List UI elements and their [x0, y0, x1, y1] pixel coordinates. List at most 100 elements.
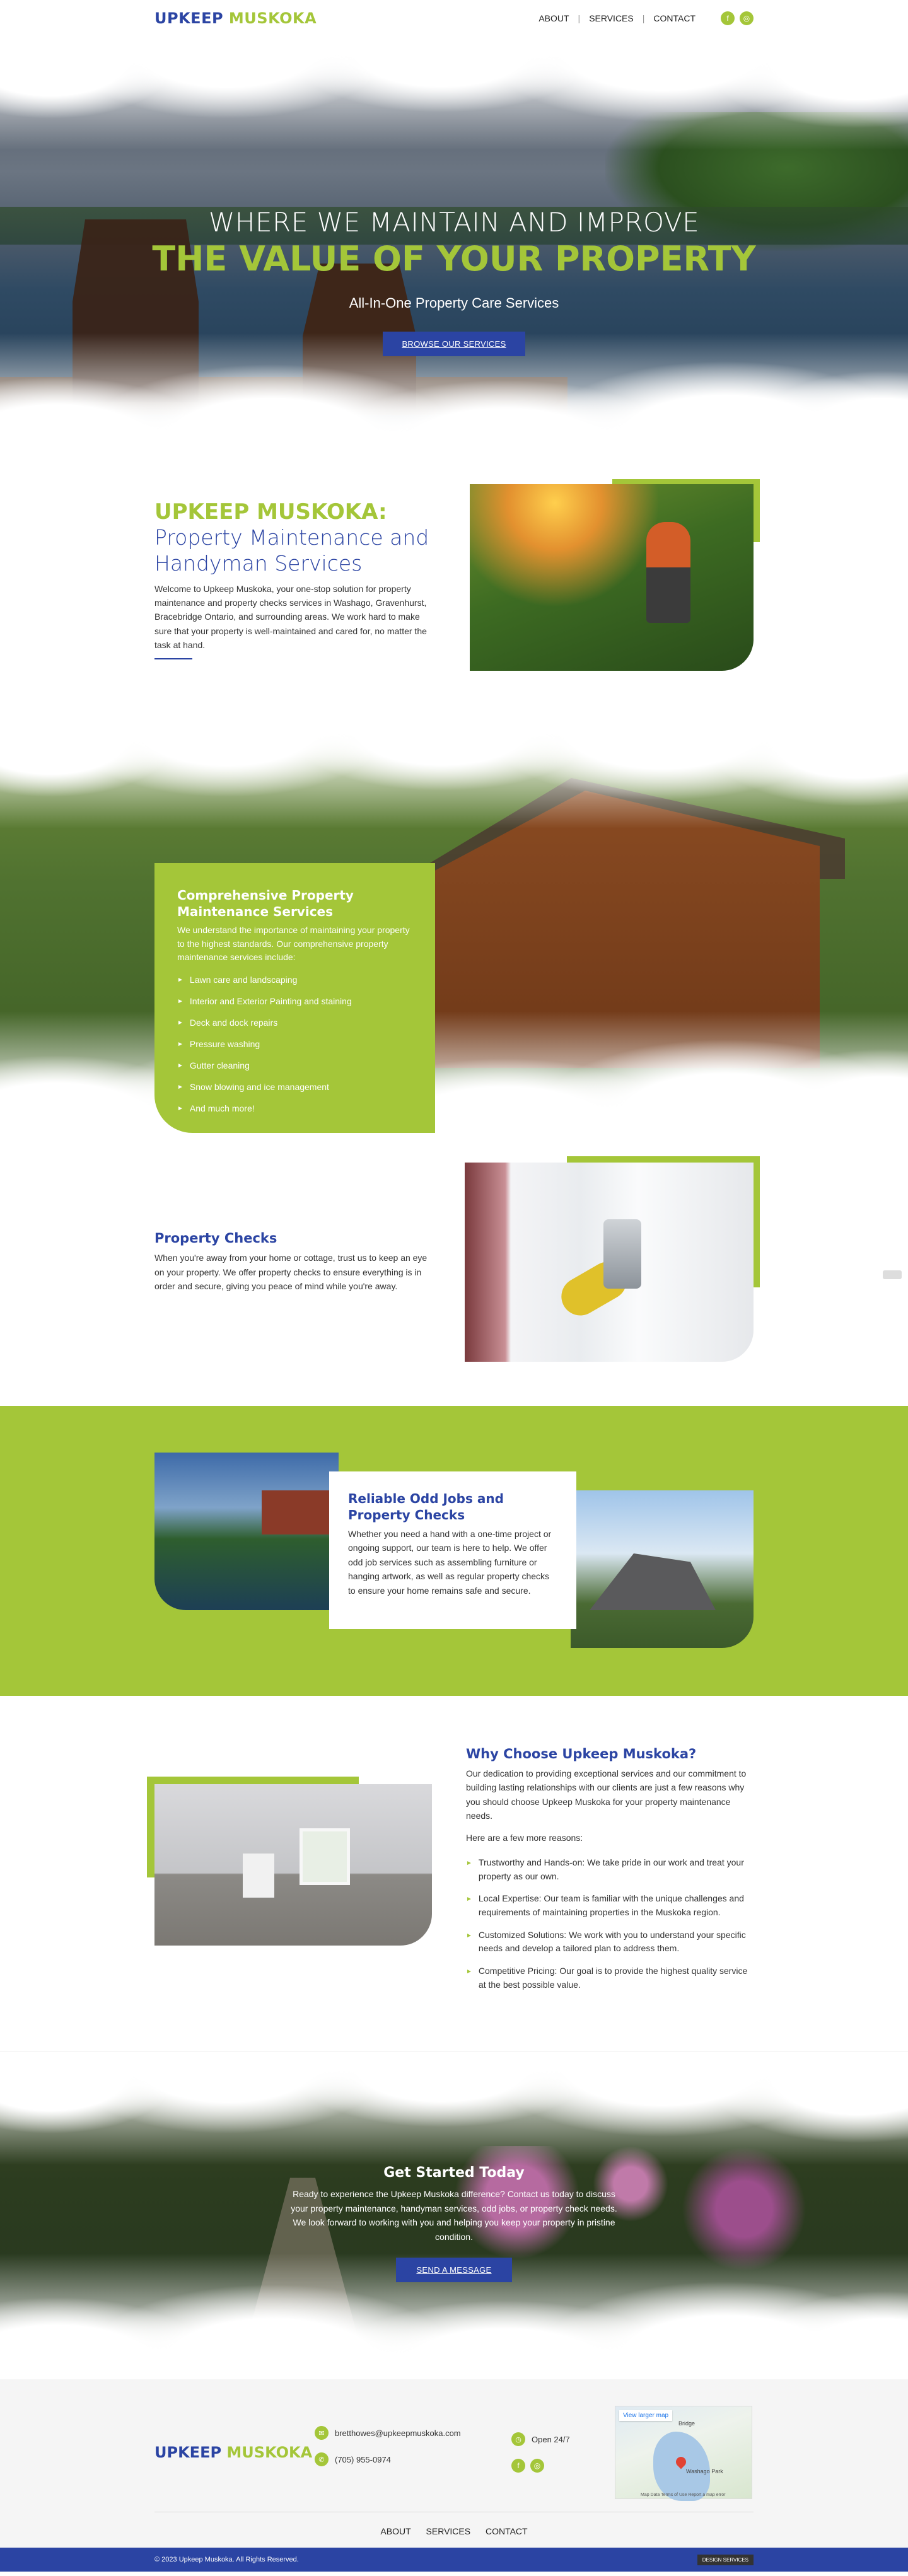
top-nav: ABOUT | SERVICES | CONTACT: [538, 13, 696, 23]
email-icon: ✉: [315, 2426, 329, 2440]
side-scroll-tab[interactable]: [883, 1270, 902, 1279]
facebook-icon[interactable]: f: [721, 11, 735, 25]
living-room-photo: [154, 1784, 432, 1946]
instagram-icon[interactable]: ◎: [740, 11, 754, 25]
why-lead: Here are a few more reasons:: [466, 1832, 583, 1843]
service-label: Deck and dock repairs: [189, 1018, 278, 1028]
logo-part-muskoka: MUSKOKA: [228, 9, 317, 27]
service-label: Snow blowing and ice management: [189, 1082, 329, 1093]
facebook-icon[interactable]: f: [511, 2459, 525, 2473]
list-item: ► Snow blowing and ice management: [177, 1081, 412, 1094]
services-section: Comprehensive Property Maintenance Servi…: [0, 715, 908, 1137]
reason-text: Local Expertise: Our team is familiar wi…: [478, 1893, 744, 1918]
hero-line1: WHERE WE MAINTAIN AND IMPROVE: [208, 207, 700, 238]
checks-image-box: [465, 1156, 760, 1362]
cta-title: Get Started Today: [383, 2165, 525, 2181]
footer-nav-about[interactable]: ABOUT: [380, 2526, 410, 2536]
why-image-box: [147, 1777, 432, 1946]
site-logo[interactable]: UPKEEP MUSKOKA: [154, 9, 317, 27]
designer-badge[interactable]: DESIGN SERVICES: [697, 2554, 754, 2565]
site-footer: UPKEEP MUSKOKA ✉ bretthowes@upkeepmuskoka…: [0, 2379, 908, 2572]
list-item: ► Interior and Exterior Painting and stai…: [177, 995, 412, 1008]
service-label: Interior and Exterior Painting and stain…: [189, 996, 352, 1007]
chevron-right-icon: ►: [177, 998, 183, 1006]
footer-nav-services[interactable]: SERVICES: [426, 2526, 471, 2536]
instagram-icon[interactable]: ◎: [530, 2459, 544, 2473]
nav-separator: |: [642, 13, 645, 23]
cta-body: Ready to experience the Upkeep Muskoka d…: [291, 2189, 617, 2242]
about-title: UPKEEP MUSKOKA:: [154, 499, 387, 525]
list-item: ► Lawn care and landscaping: [177, 973, 412, 987]
reason-text: Customized Solutions: We work with you t…: [478, 1929, 746, 1954]
why-choose-section: Why Choose Upkeep Muskoka? Our dedicatio…: [0, 1696, 908, 2052]
location-map[interactable]: View larger map Bridge Washago Park Map …: [615, 2406, 752, 2502]
footer-phone[interactable]: (705) 955-0974: [335, 2455, 391, 2464]
list-item: ► Gutter cleaning: [177, 1059, 412, 1072]
list-item: ► Pressure washing: [177, 1038, 412, 1051]
about-section: UPKEEP MUSKOKA: Property Maintenance and…: [0, 459, 908, 715]
footer-email[interactable]: bretthowes@upkeepmuskoka.com: [335, 2428, 461, 2438]
services-title: Comprehensive Property Maintenance Servi…: [177, 888, 354, 919]
why-title: Why Choose Upkeep Muskoka?: [466, 1746, 697, 1761]
logo-part-upkeep: UPKEEP: [154, 2444, 222, 2462]
list-item: ► Deck and dock repairs: [177, 1016, 412, 1030]
footer-hours-text: Open 24/7: [532, 2434, 570, 2444]
about-subtitle: Property Maintenance and Handyman Servic…: [154, 525, 429, 576]
about-text: UPKEEP MUSKOKA: Property Maintenance and…: [154, 484, 438, 660]
nav-separator: |: [578, 13, 581, 23]
hero-mist-top: [0, 37, 908, 163]
room-window: [300, 1828, 350, 1885]
chevron-right-icon: ►: [177, 1019, 183, 1027]
why-text: Why Choose Upkeep Muskoka? Our dedicatio…: [463, 1746, 754, 2000]
list-item: ► Trustworthy and Hands-on: We take pride…: [466, 1856, 754, 1883]
footer-hours: ◷ Open 24/7 f ◎: [511, 2432, 615, 2473]
footer-logo[interactable]: UPKEEP MUSKOKA: [154, 2444, 315, 2461]
why-intro: Our dedication to providing exceptional …: [466, 1768, 747, 1821]
send-message-button[interactable]: SEND A MESSAGE: [396, 2258, 512, 2283]
clock-icon: ◷: [511, 2432, 525, 2447]
browse-services-button[interactable]: BROWSE OUR SERVICES: [383, 332, 525, 356]
map-label: Washago Park: [686, 2468, 723, 2475]
chevron-right-icon: ►: [177, 1105, 183, 1113]
cta-mist-top: [0, 2051, 908, 2178]
about-body: Welcome to Upkeep Muskoka, your one-stop…: [154, 583, 427, 651]
gardener-figure: [646, 522, 690, 623]
footer-nav-contact[interactable]: CONTACT: [486, 2526, 528, 2536]
chevron-right-icon: ►: [177, 1084, 183, 1091]
service-label: Pressure washing: [189, 1039, 260, 1050]
logo-part-upkeep: UPKEEP: [154, 9, 224, 27]
chevron-right-icon: ►: [466, 1859, 472, 1867]
hero-line2: THE VALUE OF YOUR PROPERTY: [152, 239, 756, 279]
list-item: ► Local Expertise: Our team is familiar w…: [466, 1892, 754, 1919]
property-checks-section: Property Checks When you're away from yo…: [0, 1137, 908, 1406]
gardener-photo: [470, 484, 754, 671]
cta-section: Get Started Today Ready to experience th…: [0, 2051, 908, 2380]
footer-contact: ✉ bretthowes@upkeepmuskoka.com ✆ (705) 955…: [315, 2426, 511, 2479]
why-list: ► Trustworthy and Hands-on: We take pride…: [466, 1856, 754, 1992]
chevron-right-icon: ►: [177, 1041, 183, 1048]
map-label: Bridge: [678, 2420, 696, 2427]
services-intro: We understand the importance of maintain…: [177, 925, 410, 963]
chevron-right-icon: ►: [466, 1968, 472, 1976]
service-label: Lawn care and landscaping: [189, 975, 298, 985]
odd-jobs-body: Whether you need a hand with a one-time …: [348, 1529, 552, 1596]
view-larger-map-link[interactable]: View larger map: [619, 2410, 673, 2422]
fireplace: [243, 1854, 274, 1898]
services-mist-bottom: [0, 1005, 908, 1137]
map-attribution[interactable]: Map Data Terms of Use Report a map error: [641, 2493, 725, 2497]
nav-about[interactable]: ABOUT: [538, 13, 569, 23]
nav-contact[interactable]: CONTACT: [653, 13, 696, 23]
phone-icon: ✆: [315, 2452, 329, 2467]
hero-section: WHERE WE MAINTAIN AND IMPROVE THE VALUE …: [0, 37, 908, 459]
service-label: And much more!: [189, 1103, 255, 1114]
hero-text: WHERE WE MAINTAIN AND IMPROVE THE VALUE …: [0, 207, 908, 356]
odd-jobs-title: Reliable Odd Jobs and Property Checks: [348, 1491, 504, 1523]
cta-text: Get Started Today Ready to experience th…: [0, 2165, 908, 2283]
nav-services[interactable]: SERVICES: [589, 13, 634, 23]
checks-body: When you're away from your home or cotta…: [154, 1253, 428, 1292]
odd-jobs-section: Reliable Odd Jobs and Property Checks Wh…: [0, 1406, 908, 1696]
bottom-bar: © 2023 Upkeep Muskoka. All Rights Reserv…: [0, 2548, 908, 2572]
about-divider: [154, 658, 192, 660]
house-roof-photo: [571, 1490, 754, 1648]
list-item: ► Competitive Pricing: Our goal is to pro…: [466, 1964, 754, 1992]
